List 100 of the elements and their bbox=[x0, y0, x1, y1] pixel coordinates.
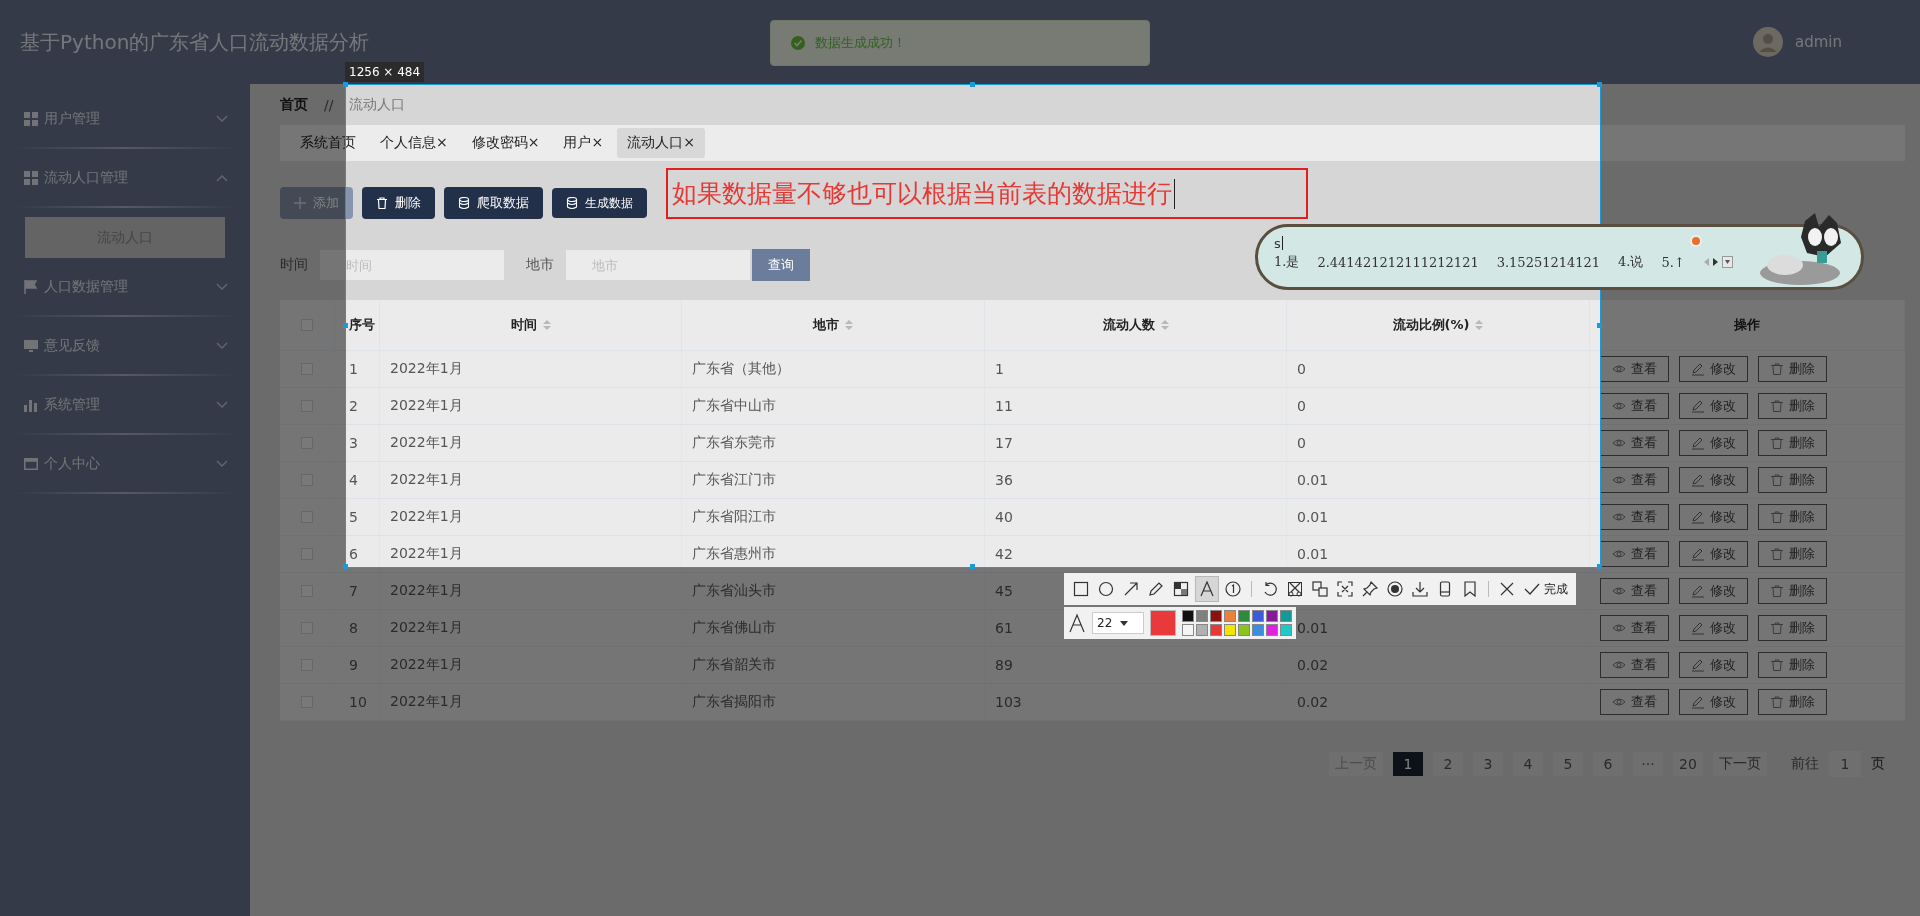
tab[interactable]: 个人信息× bbox=[370, 128, 458, 158]
row-action-button[interactable]: 删除 bbox=[1758, 504, 1827, 530]
color-swatch[interactable] bbox=[1182, 624, 1194, 636]
column-header[interactable]: 时间 bbox=[510, 316, 537, 334]
color-swatch[interactable] bbox=[1182, 610, 1194, 622]
done-button[interactable]: 完成 bbox=[1521, 576, 1570, 602]
color-swatch[interactable] bbox=[1210, 624, 1222, 636]
resize-handle[interactable] bbox=[343, 564, 348, 569]
table-cell: 40 bbox=[995, 509, 1013, 525]
color-swatch[interactable] bbox=[1210, 610, 1222, 622]
ime-candidate[interactable]: 4.说 bbox=[1618, 253, 1644, 271]
row-action-button[interactable]: 删除 bbox=[1758, 541, 1827, 567]
ime-candidate[interactable]: 2.441421212111212121 bbox=[1317, 254, 1479, 270]
resize-handle[interactable] bbox=[1597, 323, 1602, 328]
color-swatch[interactable] bbox=[1238, 610, 1250, 622]
ime-candidate[interactable]: 1.是 bbox=[1274, 253, 1300, 271]
color-swatch[interactable] bbox=[1224, 610, 1236, 622]
resize-handle[interactable] bbox=[343, 82, 348, 87]
column-header[interactable]: 流动比例(%) bbox=[1392, 316, 1470, 334]
page-button[interactable]: 4 bbox=[1513, 752, 1543, 776]
search-button[interactable]: 查询 bbox=[752, 249, 810, 281]
table-cell: 广东省佛山市 bbox=[692, 619, 776, 637]
tab[interactable]: 修改密码× bbox=[461, 128, 550, 158]
text-annotation[interactable]: 如果数据量不够也可以根据当前表的数据进行 bbox=[666, 168, 1308, 219]
row-action-button[interactable]: 查看 bbox=[1600, 467, 1669, 493]
resize-handle[interactable] bbox=[970, 82, 975, 87]
row-action-button[interactable]: 修改 bbox=[1679, 541, 1748, 567]
column-header[interactable]: 流动人数 bbox=[1102, 316, 1155, 334]
ime-candidate[interactable]: 3.15251214121 bbox=[1496, 254, 1601, 270]
row-action-button[interactable]: 查看 bbox=[1600, 356, 1669, 382]
resize-handle[interactable] bbox=[1597, 564, 1602, 569]
page-button[interactable]: 3 bbox=[1473, 752, 1503, 776]
sort-icon[interactable] bbox=[845, 320, 853, 330]
row-action-button[interactable]: 修改 bbox=[1679, 467, 1748, 493]
eye-icon bbox=[1612, 399, 1626, 413]
tab[interactable]: 用户× bbox=[553, 128, 614, 158]
page-button[interactable]: ··· bbox=[1633, 752, 1663, 776]
toolbar-button[interactable]: 删除 bbox=[362, 187, 435, 219]
row-action-button[interactable]: 查看 bbox=[1600, 504, 1669, 530]
page-button[interactable]: 5 bbox=[1553, 752, 1583, 776]
row-action-button[interactable]: 修改 bbox=[1679, 615, 1748, 641]
row-action-button[interactable]: 查看 bbox=[1600, 541, 1669, 567]
row-action-button[interactable]: 查看 bbox=[1600, 430, 1669, 456]
page-button[interactable]: 2 bbox=[1433, 752, 1463, 776]
current-color-swatch[interactable] bbox=[1150, 610, 1176, 636]
resize-handle[interactable] bbox=[970, 564, 975, 569]
tab[interactable]: 流动人口× bbox=[617, 128, 705, 158]
sort-icon[interactable] bbox=[542, 320, 551, 330]
row-action-button[interactable]: 修改 bbox=[1679, 578, 1748, 604]
sort-icon[interactable] bbox=[1160, 320, 1169, 330]
row-action-button[interactable]: 删除 bbox=[1758, 615, 1827, 641]
color-swatch[interactable] bbox=[1280, 624, 1292, 636]
row-action-button[interactable]: 修改 bbox=[1679, 652, 1748, 678]
color-swatch[interactable] bbox=[1224, 624, 1236, 636]
color-swatch[interactable] bbox=[1196, 610, 1208, 622]
row-action-button[interactable]: 修改 bbox=[1679, 393, 1748, 419]
page-input[interactable]: 1 bbox=[1829, 751, 1861, 777]
page-button[interactable]: 1 bbox=[1393, 752, 1423, 776]
color-swatch[interactable] bbox=[1266, 624, 1278, 636]
row-action-button[interactable]: 查看 bbox=[1600, 393, 1669, 419]
color-swatch[interactable] bbox=[1238, 624, 1250, 636]
color-swatch[interactable] bbox=[1252, 624, 1264, 636]
row-action-button[interactable]: 删除 bbox=[1758, 652, 1827, 678]
row-action-button[interactable]: 删除 bbox=[1758, 356, 1827, 382]
row-action-button[interactable]: 修改 bbox=[1679, 356, 1748, 382]
page-button[interactable]: 20 bbox=[1673, 752, 1703, 776]
ime-candidate[interactable]: 5.↑ bbox=[1661, 254, 1685, 270]
row-action-button[interactable]: 查看 bbox=[1600, 652, 1669, 678]
toolbar-button[interactable]: 爬取数据 bbox=[444, 187, 543, 219]
row-action-button[interactable]: 查看 bbox=[1600, 578, 1669, 604]
color-swatch[interactable] bbox=[1252, 610, 1264, 622]
color-swatch[interactable] bbox=[1280, 610, 1292, 622]
row-action-button[interactable]: 删除 bbox=[1758, 393, 1827, 419]
sort-icon[interactable] bbox=[1475, 320, 1484, 330]
table-cell: 2022年1月 bbox=[390, 619, 463, 637]
font-size-select[interactable]: 22 bbox=[1092, 612, 1144, 634]
row-action-button[interactable]: 删除 bbox=[1758, 430, 1827, 456]
row-action-button[interactable]: 修改 bbox=[1679, 689, 1748, 715]
page-arrows-icon[interactable] bbox=[1702, 256, 1733, 268]
next-page-button[interactable]: 下一页 bbox=[1713, 752, 1767, 776]
breadcrumb-item[interactable]: 首页 bbox=[280, 95, 308, 114]
row-action-button[interactable]: 删除 bbox=[1758, 578, 1827, 604]
page-button[interactable]: 6 bbox=[1593, 752, 1623, 776]
row-action-button[interactable]: 修改 bbox=[1679, 430, 1748, 456]
resize-handle[interactable] bbox=[1597, 82, 1602, 87]
avatar-icon[interactable] bbox=[1753, 27, 1783, 57]
pin-icon bbox=[1361, 580, 1379, 598]
text-tool-tool[interactable] bbox=[1195, 576, 1219, 602]
color-swatch[interactable] bbox=[1196, 624, 1208, 636]
color-swatch[interactable] bbox=[1266, 610, 1278, 622]
column-header[interactable]: 地市 bbox=[813, 316, 839, 334]
row-action-button[interactable]: 删除 bbox=[1758, 689, 1827, 715]
resize-handle[interactable] bbox=[343, 323, 348, 328]
toolbar-button[interactable]: 生成数据 bbox=[552, 188, 647, 218]
plus-icon bbox=[294, 196, 306, 210]
user-name[interactable]: admin bbox=[1795, 33, 1842, 51]
row-action-button[interactable]: 查看 bbox=[1600, 689, 1669, 715]
row-action-button[interactable]: 查看 bbox=[1600, 615, 1669, 641]
row-action-button[interactable]: 修改 bbox=[1679, 504, 1748, 530]
row-action-button[interactable]: 删除 bbox=[1758, 467, 1827, 493]
